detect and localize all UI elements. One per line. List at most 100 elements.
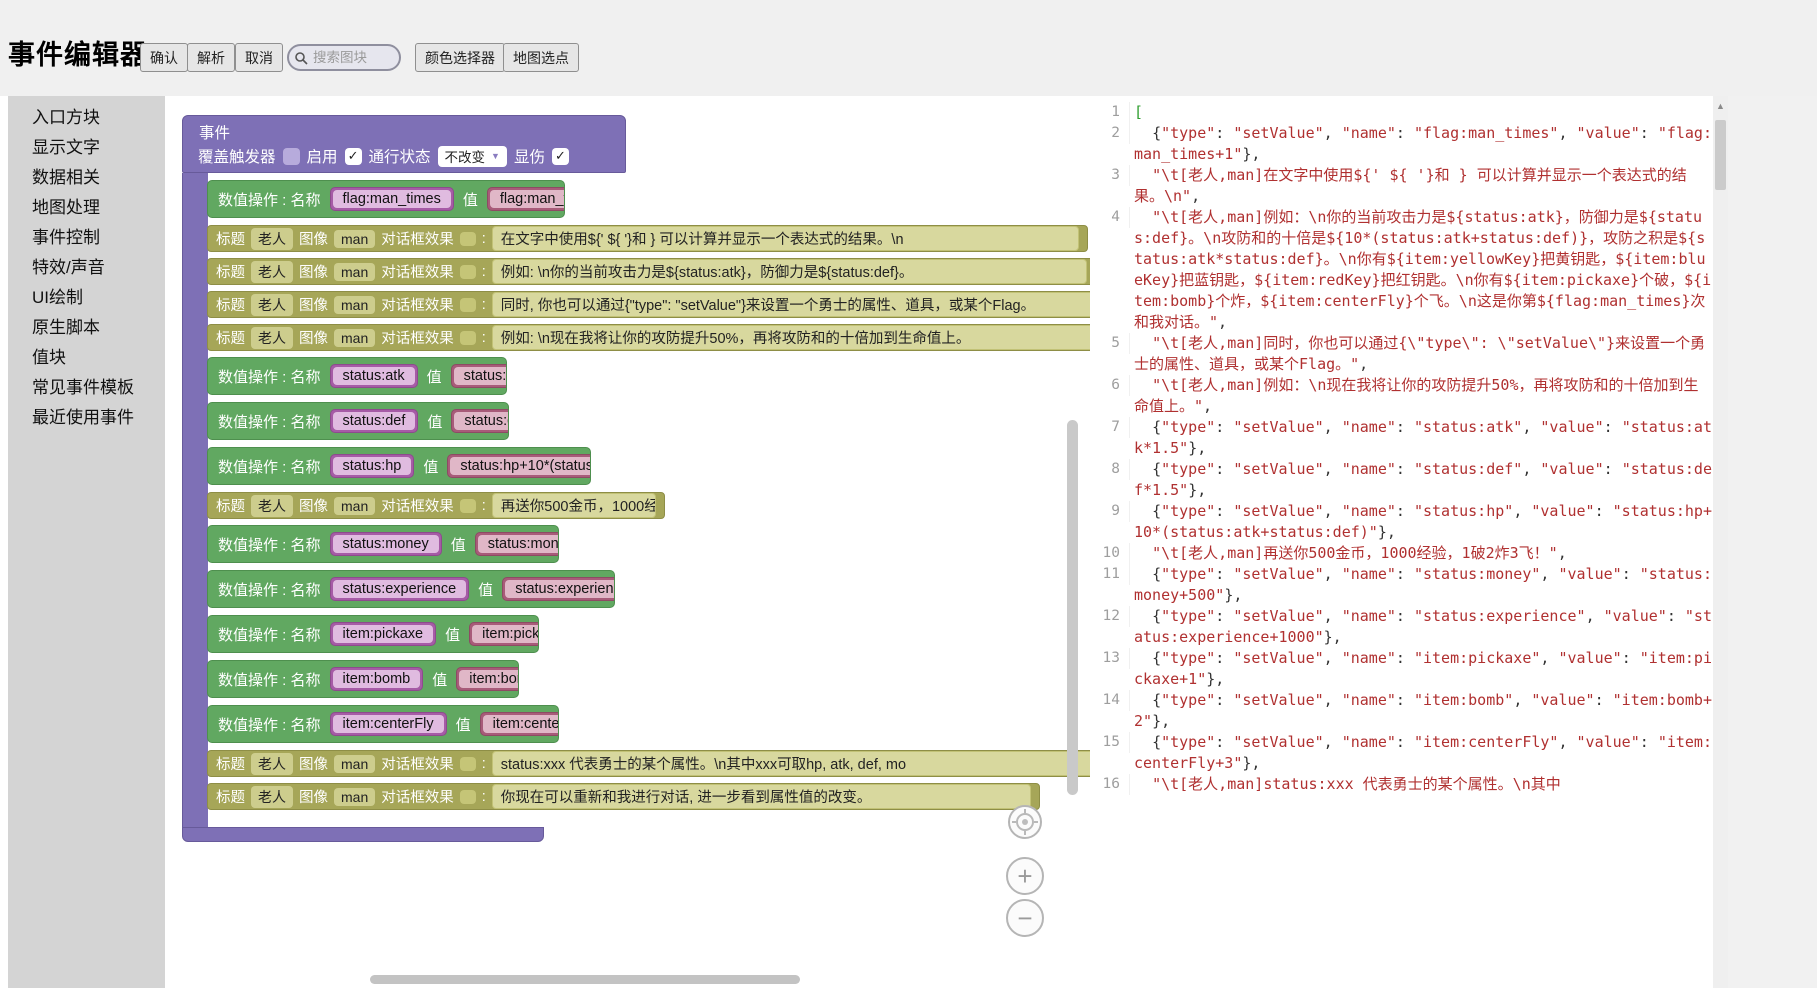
sidebar-item[interactable]: 数据相关 xyxy=(8,163,165,193)
setvalue-block-row[interactable]: 数值操作 : 名称 status:money 值 status:money+50… xyxy=(207,525,559,563)
search-box[interactable] xyxy=(287,44,401,71)
search-input[interactable] xyxy=(311,49,393,66)
sidebar-item[interactable]: 显示文字 xyxy=(8,133,165,163)
text-block-row[interactable]: 标题 老人 图像 man 对话框效果 : 再送你500金币，1000经验，1破2… xyxy=(207,492,665,519)
workspace-vertical-scrollbar[interactable] xyxy=(1067,420,1078,795)
value-chip[interactable]: status:hp+10*(status:atk+status:def) xyxy=(447,454,591,478)
setvalue-block-row[interactable]: 数值操作 : 名称 status:atk 值 status:atk*1.5 xyxy=(207,357,507,395)
confirm-button[interactable]: 确认 xyxy=(140,43,188,72)
sidebar-item[interactable]: 值块 xyxy=(8,343,165,373)
dialog-effect-checkbox[interactable] xyxy=(460,298,476,312)
editor-scrollbar-thumb[interactable] xyxy=(1715,120,1726,190)
text-block-row[interactable]: 标题 老人 图像 man 对话框效果 : 你现在可以重新和我进行对话, 进一步看… xyxy=(207,783,1040,810)
speaker-chip[interactable]: 老人 xyxy=(251,228,293,250)
code-line[interactable]: 6 "\t[老人,man]例如：\n现在我将让你的攻防提升50%，再将攻防和的十… xyxy=(1090,375,1712,417)
color-picker-button[interactable]: 颜色选择器 xyxy=(415,43,505,72)
value-chip[interactable]: status:atk*1.5 xyxy=(451,364,507,388)
name-chip[interactable]: status:atk xyxy=(330,364,418,388)
dialog-effect-checkbox[interactable] xyxy=(460,232,476,246)
sidebar-item[interactable]: 地图处理 xyxy=(8,193,165,223)
zoom-out-button[interactable]: − xyxy=(1006,899,1044,937)
text-block-row[interactable]: 标题 老人 图像 man 对话框效果 : status:xxx 代表勇士的某个属… xyxy=(207,750,1090,777)
value-chip[interactable]: item:pickaxe+1 xyxy=(469,622,539,646)
parse-button[interactable]: 解析 xyxy=(187,43,235,72)
image-chip[interactable]: man xyxy=(334,497,375,515)
sidebar-item[interactable]: 事件控制 xyxy=(8,223,165,253)
code-line[interactable]: 8 {"type": "setValue", "name": "status:d… xyxy=(1090,459,1712,501)
setvalue-block-row[interactable]: 数值操作 : 名称 status:experience 值 status:exp… xyxy=(207,570,615,608)
dialog-effect-checkbox[interactable] xyxy=(460,757,476,771)
name-chip[interactable]: item:pickaxe xyxy=(330,622,437,646)
dialog-effect-checkbox[interactable] xyxy=(460,790,476,804)
sidebar-item[interactable]: 原生脚本 xyxy=(8,313,165,343)
value-chip[interactable]: status:def*1.5 xyxy=(451,409,509,433)
setvalue-block-row[interactable]: 数值操作 : 名称 item:bomb 值 item:bomb+2 xyxy=(207,660,519,698)
text-block-row[interactable]: 标题 老人 图像 man 对话框效果 : 例如: \n你的当前攻击力是${sta… xyxy=(207,258,1090,285)
damage-checkbox[interactable] xyxy=(552,148,569,165)
code-line[interactable]: 7 {"type": "setValue", "name": "status:a… xyxy=(1090,417,1712,459)
dialog-effect-checkbox[interactable] xyxy=(460,331,476,345)
setvalue-block-row[interactable]: 数值操作 : 名称 flag:man_times 值 flag:man_time… xyxy=(207,180,565,218)
json-code-editor[interactable]: 1[2 {"type": "setValue", "name": "flag:m… xyxy=(1090,96,1712,988)
setvalue-block-row[interactable]: 数值操作 : 名称 item:pickaxe 值 item:pickaxe+1 xyxy=(207,615,539,653)
setvalue-block-row[interactable]: 数值操作 : 名称 item:centerFly 值 item:centerFl… xyxy=(207,705,559,743)
zoom-in-button[interactable]: + xyxy=(1006,857,1044,895)
value-chip[interactable]: flag:man_times+1 xyxy=(487,187,565,211)
name-chip[interactable]: item:centerFly xyxy=(330,712,447,736)
code-line[interactable]: 12 {"type": "setValue", "name": "status:… xyxy=(1090,606,1712,648)
value-chip[interactable]: item:bomb+2 xyxy=(456,667,519,691)
image-chip[interactable]: man xyxy=(334,788,375,806)
code-line[interactable]: 2 {"type": "setValue", "name": "flag:man… xyxy=(1090,123,1712,165)
text-block-row[interactable]: 标题 老人 图像 man 对话框效果 : 同时, 你也可以通过{"type": … xyxy=(207,291,1090,318)
code-line[interactable]: 9 {"type": "setValue", "name": "status:h… xyxy=(1090,501,1712,543)
dialog-text-field[interactable]: 同时, 你也可以通过{"type": "setValue"}来设置一个勇士的属性… xyxy=(492,292,1090,317)
enable-checkbox[interactable] xyxy=(345,148,362,165)
name-chip[interactable]: status:def xyxy=(330,409,419,433)
value-chip[interactable]: status:money+500 xyxy=(475,532,559,556)
code-line[interactable]: 10 "\t[老人,man]再送你500金币，1000经验，1破2炸3飞！", xyxy=(1090,543,1712,564)
recenter-button[interactable] xyxy=(1008,805,1042,839)
code-line[interactable]: 16 "\t[老人,man]status:xxx 代表勇士的某个属性。\n其中 xyxy=(1090,774,1712,795)
code-line[interactable]: 5 "\t[老人,man]同时，你也可以通过{\"type\": \"setVa… xyxy=(1090,333,1712,375)
code-line[interactable]: 3 "\t[老人,man]在文字中使用${' ${ '}和 } 可以计算并显示一… xyxy=(1090,165,1712,207)
editor-scrollbar[interactable]: ▲ xyxy=(1713,96,1728,988)
setvalue-block-row[interactable]: 数值操作 : 名称 status:hp 值 status:hp+10*(stat… xyxy=(207,447,591,485)
speaker-chip[interactable]: 老人 xyxy=(251,753,293,775)
name-chip[interactable]: status:experience xyxy=(330,577,470,601)
name-chip[interactable]: item:bomb xyxy=(330,667,424,691)
block-workspace[interactable]: 事件 覆盖触发器 启用 通行状态 不改变 ▼ 显伤 数值操作 : 名称 flag… xyxy=(165,96,1090,988)
sidebar-item[interactable]: UI绘制 xyxy=(8,283,165,313)
speaker-chip[interactable]: 老人 xyxy=(251,327,293,349)
dialog-text-field[interactable]: 再送你500金币，1000经验，1破2炸3飞！ xyxy=(492,493,656,518)
dialog-text-field[interactable]: status:xxx 代表勇士的某个属性。\n其中xxx可取hp, atk, d… xyxy=(492,751,1090,776)
code-line[interactable]: 11 {"type": "setValue", "name": "status:… xyxy=(1090,564,1712,606)
name-chip[interactable]: status:money xyxy=(330,532,442,556)
text-block-row[interactable]: 标题 老人 图像 man 对话框效果 : 例如: \n现在我将让你的攻防提升50… xyxy=(207,324,1090,351)
text-block-row[interactable]: 标题 老人 图像 man 对话框效果 : 在文字中使用${' ${ '}和 } … xyxy=(207,225,1088,252)
dialog-text-field[interactable]: 例如: \n现在我将让你的攻防提升50%，再将攻防和的十倍加到生命值上。 xyxy=(492,325,1090,350)
code-line[interactable]: 4 "\t[老人,man]例如：\n你的当前攻击力是${status:atk}，… xyxy=(1090,207,1712,333)
workspace-horizontal-scrollbar[interactable] xyxy=(370,975,800,984)
map-pick-button[interactable]: 地图选点 xyxy=(503,43,579,72)
image-chip[interactable]: man xyxy=(334,263,375,281)
code-line[interactable]: 13 {"type": "setValue", "name": "item:pi… xyxy=(1090,648,1712,690)
name-chip[interactable]: status:hp xyxy=(330,454,415,478)
scroll-up-icon[interactable]: ▲ xyxy=(1713,101,1728,111)
event-block-header[interactable]: 事件 覆盖触发器 启用 通行状态 不改变 ▼ 显伤 xyxy=(182,115,626,173)
setvalue-block-row[interactable]: 数值操作 : 名称 status:def 值 status:def*1.5 xyxy=(207,402,509,440)
speaker-chip[interactable]: 老人 xyxy=(251,294,293,316)
dialog-text-field[interactable]: 你现在可以重新和我进行对话, 进一步看到属性值的改变。 xyxy=(492,784,1031,809)
image-chip[interactable]: man xyxy=(334,329,375,347)
image-chip[interactable]: man xyxy=(334,230,375,248)
sidebar-item[interactable]: 最近使用事件 xyxy=(8,403,165,433)
dialog-effect-checkbox[interactable] xyxy=(460,265,476,279)
code-line[interactable]: 14 {"type": "setValue", "name": "item:bo… xyxy=(1090,690,1712,732)
sidebar-item[interactable]: 入口方块 xyxy=(8,103,165,133)
speaker-chip[interactable]: 老人 xyxy=(251,261,293,283)
override-trigger-checkbox[interactable] xyxy=(283,148,300,165)
code-line[interactable]: 1[ xyxy=(1090,102,1712,123)
cancel-button[interactable]: 取消 xyxy=(235,43,283,72)
speaker-chip[interactable]: 老人 xyxy=(251,495,293,517)
value-chip[interactable]: status:experience+1000 xyxy=(502,577,615,601)
name-chip[interactable]: flag:man_times xyxy=(330,187,454,211)
